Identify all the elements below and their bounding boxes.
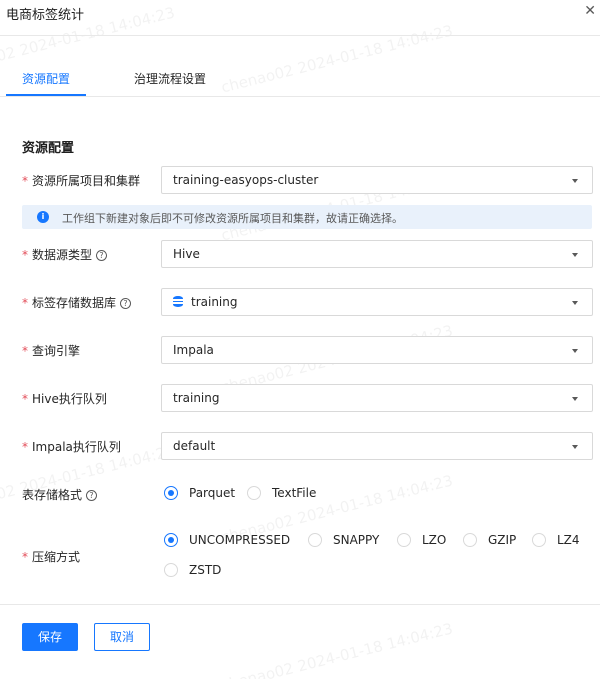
tab-governance-process[interactable]: 治理流程设置 (134, 70, 206, 87)
radio-zstd[interactable]: ZSTD (164, 563, 221, 577)
info-icon: i (37, 211, 49, 223)
radio-dot (397, 533, 411, 547)
project-cluster-select[interactable]: training-easyops-cluster (161, 166, 593, 194)
help-icon[interactable]: ? (86, 490, 98, 501)
radio-parquet[interactable]: Parquet (164, 486, 235, 500)
field-label-tag-database: * 标签存储数据库? (22, 294, 132, 311)
select-value: default (173, 439, 216, 453)
select-value: training (173, 391, 220, 405)
radio-gzip[interactable]: GZIP (463, 533, 516, 547)
required-mark: * (22, 344, 28, 358)
select-value: Impala (173, 343, 214, 357)
radio-dot (532, 533, 546, 547)
tab-active-indicator (6, 94, 86, 96)
required-mark: * (22, 550, 28, 564)
radio-lz4[interactable]: LZ4 (532, 533, 580, 547)
radio-snappy[interactable]: SNAPPY (308, 533, 379, 547)
radio-dot (247, 486, 261, 500)
query-engine-select[interactable]: Impala (161, 336, 593, 364)
chevron-down-icon (572, 349, 578, 353)
required-mark: * (22, 440, 28, 454)
field-label-query-engine: * 查询引擎 (22, 344, 81, 358)
chevron-down-icon (572, 253, 578, 257)
required-mark: * (22, 174, 28, 188)
radio-dot (164, 486, 178, 500)
help-icon[interactable]: ? (120, 298, 132, 309)
field-label-hive-queue: * Hive执行队列 (22, 392, 107, 406)
radio-textfile[interactable]: TextFile (247, 486, 316, 500)
impala-queue-select[interactable]: default (161, 432, 593, 460)
close-icon[interactable]: ✕ (584, 3, 596, 19)
chevron-down-icon (572, 445, 578, 449)
tab-bar: 资源配置 治理流程设置 (0, 60, 600, 97)
select-value: Hive (173, 247, 200, 261)
dialog-header: 电商标签统计 ✕ (0, 0, 600, 36)
chevron-down-icon (572, 179, 578, 183)
dialog-footer: 保存 取消 (0, 604, 600, 679)
database-icon (173, 296, 183, 307)
radio-lzo[interactable]: LZO (397, 533, 446, 547)
radio-dot (463, 533, 477, 547)
field-label-impala-queue: * Impala执行队列 (22, 440, 121, 454)
radio-dot (164, 563, 178, 577)
info-alert: i 工作组下新建对象后即不可修改资源所属项目和集群，故请正确选择。 (22, 205, 592, 229)
save-button[interactable]: 保存 (22, 623, 78, 651)
chevron-down-icon (572, 301, 578, 305)
datasource-type-select[interactable]: Hive (161, 240, 593, 268)
alert-message: 工作组下新建对象后即不可修改资源所属项目和集群，故请正确选择。 (62, 212, 403, 225)
tag-database-select[interactable]: training (161, 288, 593, 316)
help-icon[interactable]: ? (96, 250, 108, 261)
hive-queue-select[interactable]: training (161, 384, 593, 412)
required-mark: * (22, 296, 28, 310)
radio-uncompressed[interactable]: UNCOMPRESSED (164, 533, 290, 547)
field-label-project-cluster: * 资源所属项目和集群 (22, 174, 141, 188)
select-value: training-easyops-cluster (173, 173, 319, 187)
tab-resource-config[interactable]: 资源配置 (22, 70, 70, 87)
section-title: 资源配置 (22, 141, 75, 156)
field-label-compression: * 压缩方式 (22, 550, 81, 564)
required-mark: * (22, 392, 28, 406)
radio-dot (308, 533, 322, 547)
dialog-title: 电商标签统计 (6, 8, 85, 23)
field-label-storage-format: 表存储格式? (22, 486, 98, 503)
select-value: training (173, 295, 238, 309)
cancel-button[interactable]: 取消 (94, 623, 150, 651)
field-label-datasource-type: * 数据源类型? (22, 246, 108, 263)
radio-dot (164, 533, 178, 547)
required-mark: * (22, 248, 28, 262)
chevron-down-icon (572, 397, 578, 401)
